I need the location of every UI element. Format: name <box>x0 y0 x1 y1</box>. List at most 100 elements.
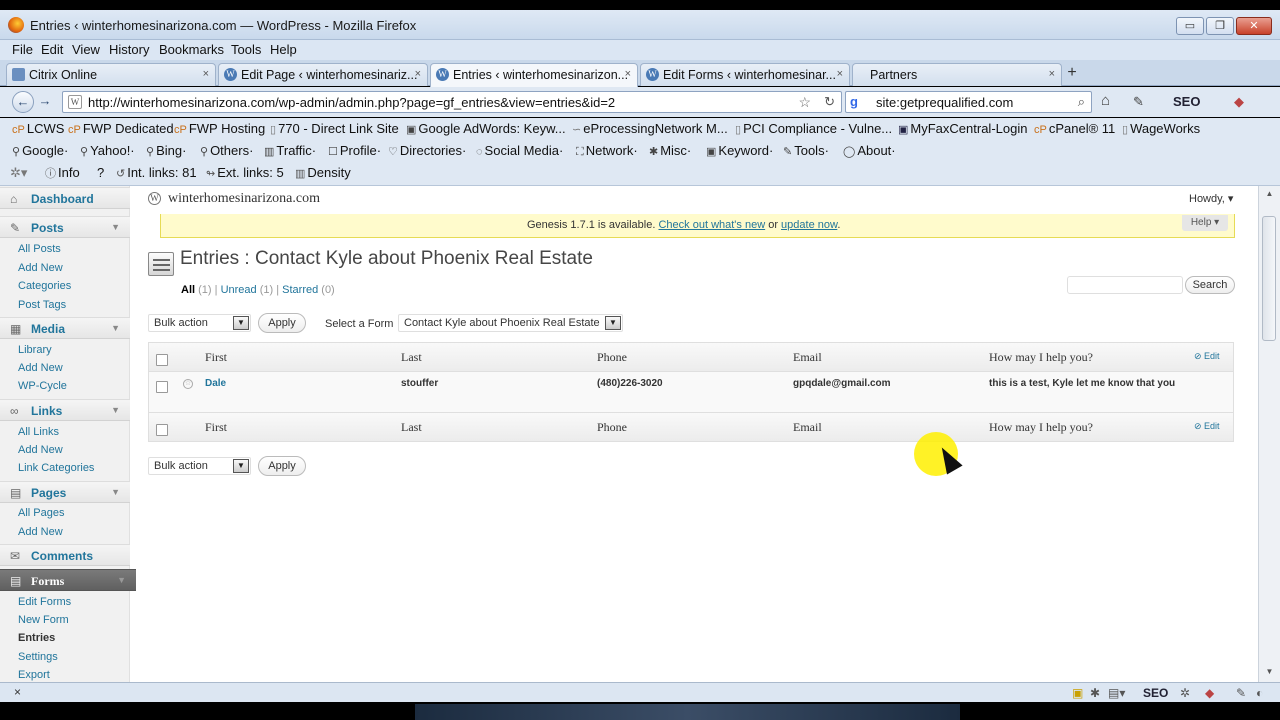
howdy-user-menu[interactable]: Howdy, ▾ <box>1189 192 1233 205</box>
toolbar-menu-network[interactable]: ⛶ Network· <box>576 143 638 159</box>
sidebar-item-add-new-page[interactable]: Add New <box>18 526 63 538</box>
page-scrollbar[interactable]: ▲ ▼ <box>1258 186 1280 682</box>
column-email[interactable]: Email <box>793 350 822 365</box>
expand-icon[interactable]: ▼ <box>111 323 120 333</box>
sidebar-item-add-new-link[interactable]: Add New <box>18 444 63 456</box>
toolbar-menu-profile[interactable]: ☐ Profile· <box>328 143 381 158</box>
scroll-thumb[interactable] <box>1262 216 1276 341</box>
bulk-action-select-bottom[interactable]: Bulk action ▼ <box>148 457 251 475</box>
cell-first[interactable]: Dale <box>205 378 226 389</box>
select-all-checkbox[interactable] <box>156 424 168 436</box>
column-first[interactable]: First <box>205 350 227 365</box>
wordpress-logo-icon[interactable]: W <box>148 192 161 205</box>
toolbar-menu-misc[interactable]: ✱ Misc· <box>649 143 691 158</box>
column-help[interactable]: How may I help you? <box>989 420 1093 435</box>
menu-bookmarks[interactable]: Bookmarks <box>159 42 224 57</box>
table-row[interactable]: ☆ Dale stouffer (480)226-3020 gpqdale@gm… <box>149 371 1233 413</box>
seo-toolbar-button[interactable]: SEO <box>1173 94 1200 109</box>
bookmark-item[interactable]: ▯ PCI Compliance - Vulne... <box>735 121 892 136</box>
new-tab-button[interactable]: + <box>1060 63 1084 85</box>
close-findbar-icon[interactable]: × <box>14 685 21 699</box>
sidebar-item-wp-cycle[interactable]: WP-Cycle <box>18 380 67 392</box>
sidebar-item-edit-forms[interactable]: Edit Forms <box>18 596 71 608</box>
home-icon[interactable]: ⌂ <box>1101 92 1110 109</box>
seo-internal-links[interactable]: ↺ Int. links: 81 <box>116 165 197 180</box>
form-select[interactable]: Contact Kyle about Phoenix Real Estate ▼ <box>398 314 623 332</box>
addon-icon[interactable]: ✎ <box>1236 686 1246 700</box>
sidebar-dashboard[interactable]: ⌂ Dashboard <box>0 187 130 209</box>
sidebar-comments[interactable]: ✉ Comments <box>0 544 130 566</box>
toolbar-menu-bing[interactable]: ⚲ Bing· <box>146 143 186 158</box>
bookmark-item[interactable]: ▣ Google AdWords: Keyw... <box>406 121 566 136</box>
update-now-link[interactable]: update now <box>781 219 837 231</box>
entries-search-input[interactable] <box>1067 276 1183 294</box>
toolbar-menu-others[interactable]: ⚲ Others· <box>200 143 253 158</box>
column-last[interactable]: Last <box>401 420 422 435</box>
column-first[interactable]: First <box>205 420 227 435</box>
column-email[interactable]: Email <box>793 420 822 435</box>
bookmark-item[interactable]: ▯ WageWorks <box>1122 121 1200 136</box>
expand-icon[interactable]: ▼ <box>111 405 120 415</box>
url-bar[interactable]: W http://winterhomesinarizona.com/wp-adm… <box>62 91 842 113</box>
search-icon[interactable]: ⌕ <box>1078 94 1085 110</box>
sidebar-item-post-tags[interactable]: Post Tags <box>18 299 66 311</box>
select-all-checkbox[interactable] <box>156 354 168 366</box>
menu-edit[interactable]: Edit <box>41 42 63 57</box>
bookmark-item[interactable]: cP FWP Hosting <box>174 121 265 136</box>
sidebar-forms[interactable]: ▤ Forms ▼ <box>0 569 136 591</box>
seo-density[interactable]: ▥ Density <box>295 165 351 180</box>
sidebar-item-settings[interactable]: Settings <box>18 651 58 663</box>
sidebar-item-entries[interactable]: Entries <box>18 632 55 644</box>
edit-columns-link[interactable]: ⊘ Edit <box>1194 421 1220 432</box>
bookmark-item[interactable]: cP cPanel® 11 <box>1034 121 1115 136</box>
tab-partners[interactable]: Partners × <box>852 63 1062 86</box>
row-checkbox[interactable] <box>156 381 168 393</box>
bookmark-item[interactable]: ▯ 770 - Direct Link Site <box>270 121 399 136</box>
bulk-action-select-top[interactable]: Bulk action ▼ <box>148 314 251 332</box>
addon-icon[interactable]: ✱ <box>1090 686 1100 700</box>
minimize-button[interactable]: ▭ <box>1176 17 1204 35</box>
column-last[interactable]: Last <box>401 350 422 365</box>
close-window-button[interactable]: ✕ <box>1236 17 1272 35</box>
tab-citrix-online[interactable]: Citrix Online × <box>6 63 216 86</box>
seo-help-button[interactable]: ? <box>97 165 104 180</box>
tab-close-icon[interactable]: × <box>837 68 843 80</box>
addon-icon[interactable]: ✎ <box>1133 94 1144 110</box>
menu-tools[interactable]: Tools <box>231 42 261 57</box>
google-icon[interactable]: g <box>850 94 858 109</box>
tab-edit-page[interactable]: W Edit Page ‹ winterhomesinariz... × <box>218 63 428 86</box>
addon-icon[interactable]: ▤▾ <box>1108 686 1125 700</box>
sidebar-item-add-new-media[interactable]: Add New <box>18 362 63 374</box>
edit-columns-link[interactable]: ⊘ Edit <box>1194 351 1220 362</box>
filter-starred[interactable]: Starred <box>282 284 318 296</box>
menu-help[interactable]: Help <box>270 42 297 57</box>
scroll-down-icon[interactable]: ▼ <box>1259 664 1280 680</box>
bookmark-item[interactable]: ∽ eProcessingNetwork M... <box>572 121 728 136</box>
tab-close-icon[interactable]: × <box>203 68 209 80</box>
expand-icon[interactable]: ▼ <box>111 222 120 232</box>
apply-button-top[interactable]: Apply <box>258 313 306 333</box>
sidebar-pages[interactable]: ▤ Pages ▼ <box>0 481 130 503</box>
seo-info-button[interactable]: ⓘ Info <box>45 165 80 181</box>
bookmark-item[interactable]: ▣ MyFaxCentral-Login <box>898 121 1027 136</box>
sidebar-item-all-posts[interactable]: All Posts <box>18 243 61 255</box>
site-identity-icon[interactable]: W <box>68 95 82 109</box>
sidebar-item-new-form[interactable]: New Form <box>18 614 69 626</box>
site-name[interactable]: winterhomesinarizona.com <box>168 191 320 207</box>
sidebar-item-categories[interactable]: Categories <box>18 280 71 292</box>
toolbar-menu-tools[interactable]: ✎ Tools· <box>783 143 829 158</box>
tab-edit-forms[interactable]: W Edit Forms ‹ winterhomesinar... × <box>640 63 850 86</box>
expand-icon[interactable]: ▼ <box>117 575 126 585</box>
menu-file[interactable]: File <box>12 42 33 57</box>
sidebar-item-link-categories[interactable]: Link Categories <box>18 462 94 474</box>
menu-history[interactable]: History <box>109 42 149 57</box>
toolbar-menu-keyword[interactable]: ▣ Keyword· <box>706 143 773 158</box>
sidebar-media[interactable]: ▦ Media ▼ <box>0 317 130 339</box>
toolbar-menu-social-media[interactable]: ◌ Social Media· <box>476 143 563 158</box>
addon-icon[interactable]: ▣ <box>1072 686 1083 700</box>
toolbar-menu-yahoo[interactable]: ⚲ Yahoo!· <box>80 143 135 158</box>
seo-external-links[interactable]: ↬ Ext. links: 5 <box>206 165 284 180</box>
addon-icon[interactable]: ◐ <box>1256 686 1263 700</box>
toolbar-menu-google[interactable]: ⚲ Google· <box>12 143 68 158</box>
forward-button[interactable]: → <box>35 91 55 113</box>
